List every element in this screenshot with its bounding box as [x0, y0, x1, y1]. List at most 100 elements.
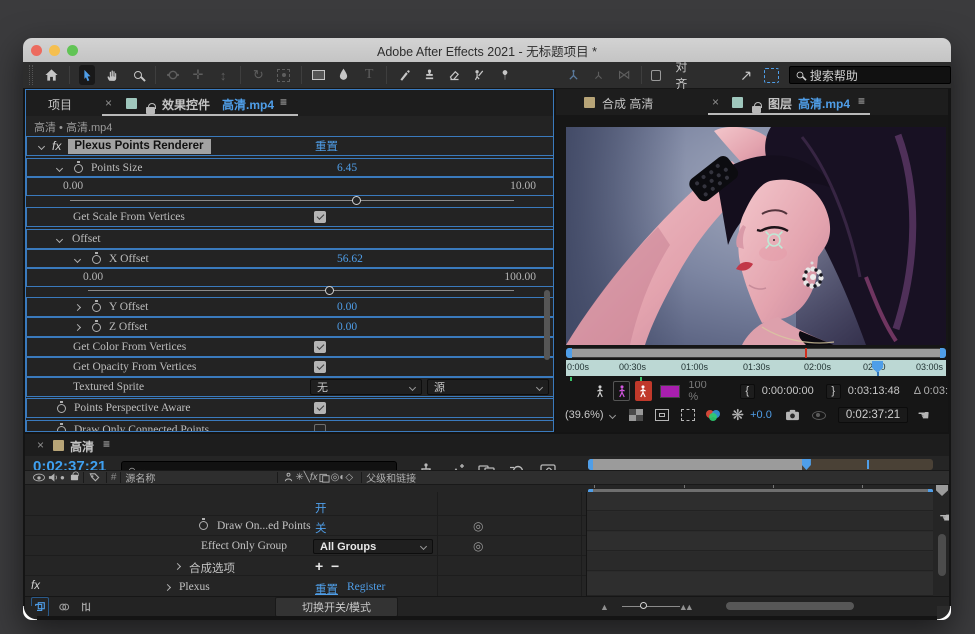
- pen-tool[interactable]: [336, 65, 352, 85]
- offset-group-row[interactable]: Offset: [26, 229, 554, 249]
- textured-sprite-source-dropdown[interactable]: 源: [427, 379, 549, 395]
- dolly-camera-tool[interactable]: ↕: [215, 65, 231, 85]
- transparency-grid-icon[interactable]: [629, 409, 643, 421]
- workspace-search-icon[interactable]: [764, 65, 780, 85]
- tab-project[interactable]: 项目: [48, 96, 72, 113]
- orbit-camera-tool[interactable]: [165, 65, 181, 85]
- zoom-slider-knob[interactable]: [640, 602, 647, 609]
- property-row-comp-options[interactable]: 合成选项 + −: [25, 557, 586, 576]
- x-offset-slider[interactable]: [88, 290, 514, 291]
- chevron-down-icon[interactable]: [56, 235, 63, 242]
- chevron-right-icon[interactable]: [74, 323, 81, 330]
- exposure-value[interactable]: +0.0: [750, 409, 772, 421]
- close-tab-icon[interactable]: ×: [712, 95, 719, 109]
- navigator-start-handle[interactable]: [566, 348, 572, 358]
- brush-tool[interactable]: [396, 65, 412, 85]
- close-window-button[interactable]: [31, 45, 42, 56]
- points-perspective-checkbox[interactable]: [314, 402, 326, 414]
- horizontal-scrollbar[interactable]: [726, 602, 854, 610]
- eraser-tool[interactable]: [447, 65, 463, 85]
- navigator-playhead[interactable]: [802, 459, 811, 470]
- parent-pickwhip-icon[interactable]: ◎: [473, 519, 483, 533]
- panel-menu-icon[interactable]: ≡: [858, 94, 865, 108]
- chevron-down-icon[interactable]: [38, 142, 45, 149]
- pan-camera-tool[interactable]: ✛: [190, 65, 206, 85]
- close-tab-icon[interactable]: ×: [105, 96, 112, 110]
- chevron-right-icon[interactable]: [74, 303, 81, 310]
- walk-icon-magenta[interactable]: [613, 381, 630, 401]
- zoom-level-dropdown[interactable]: (39.6%): [565, 409, 604, 421]
- stopwatch-icon[interactable]: [92, 303, 101, 312]
- effect-reset-link[interactable]: 重置: [315, 138, 338, 154]
- clone-stamp-tool[interactable]: [421, 65, 437, 85]
- hand-pointer-icon[interactable]: ☚: [917, 407, 930, 424]
- opacity-value[interactable]: 100 %: [688, 381, 717, 401]
- effect-only-group-dropdown[interactable]: All Groups: [313, 539, 433, 554]
- expand-inout-panes-button[interactable]: [77, 597, 95, 617]
- toolbar-grip[interactable]: [29, 65, 33, 85]
- toggle-switches-modes-button[interactable]: 切换开关/模式: [275, 597, 398, 617]
- timeline-navigator[interactable]: [588, 459, 933, 470]
- effect-reset-link[interactable]: 重置: [315, 581, 338, 596]
- zoom-in-mountains-icon[interactable]: ▲▲: [679, 602, 691, 612]
- effect-register-link[interactable]: Register: [347, 581, 385, 593]
- viewer-timecode[interactable]: 0:02:37:21: [838, 407, 908, 423]
- set-in-point-button[interactable]: {: [740, 384, 755, 399]
- get-opacity-checkbox[interactable]: [314, 361, 326, 373]
- hand-tool[interactable]: [104, 65, 120, 85]
- channel-rgb-icon[interactable]: [706, 409, 722, 421]
- expand-transfer-controls-button[interactable]: [55, 597, 73, 617]
- property-row-effect-only-group[interactable]: Effect Only Group All Groups ◎: [25, 537, 586, 556]
- chevron-down-icon[interactable]: [74, 255, 81, 262]
- camera-region-tool[interactable]: [275, 65, 291, 85]
- slider-knob[interactable]: [352, 196, 361, 205]
- align-checkbox[interactable]: [651, 70, 661, 81]
- walk-icon-white[interactable]: [591, 381, 608, 401]
- draw-only-checkbox[interactable]: [314, 424, 326, 432]
- stopwatch-icon[interactable]: [199, 521, 208, 530]
- navigator-end-handle[interactable]: [940, 348, 946, 358]
- hand-pointer-icon[interactable]: ☚: [939, 510, 949, 526]
- z-offset-row[interactable]: Z Offset 0.00: [26, 317, 554, 337]
- z-offset-value[interactable]: 0.00: [337, 321, 357, 333]
- ne-arrow-icon[interactable]: [738, 65, 754, 85]
- tab-composition[interactable]: 合成 高清: [602, 95, 653, 112]
- y-offset-row[interactable]: Y Offset 0.00: [26, 297, 554, 317]
- property-value[interactable]: 关: [315, 520, 327, 536]
- text-tool[interactable]: T: [361, 65, 377, 85]
- layer-preview-image[interactable]: [566, 127, 946, 345]
- search-help-field[interactable]: 搜索帮助: [789, 66, 951, 84]
- tab-timeline-comp[interactable]: 高清: [70, 438, 94, 455]
- lock-icon[interactable]: [752, 106, 761, 113]
- panel-menu-icon[interactable]: ≡: [103, 437, 110, 451]
- in-point-time[interactable]: 0:00:00:00: [762, 385, 814, 397]
- safe-margins-icon[interactable]: [655, 409, 669, 421]
- rectangle-tool[interactable]: [311, 65, 327, 85]
- points-size-slider[interactable]: [70, 200, 514, 201]
- viewer-time-navigator[interactable]: [566, 348, 946, 358]
- y-offset-value[interactable]: 0.00: [337, 301, 357, 313]
- points-size-row[interactable]: Points Size 6.45: [26, 158, 554, 178]
- zoom-tool[interactable]: [129, 65, 145, 85]
- property-row-draw-only[interactable]: Draw On...ed Points 关 ◎: [25, 517, 586, 536]
- rotation-tool[interactable]: ↻: [250, 65, 266, 85]
- selection-tool[interactable]: [79, 65, 95, 85]
- chevron-right-icon[interactable]: [174, 563, 181, 570]
- tab-layer-file[interactable]: 高清.mp4: [798, 95, 850, 112]
- get-color-checkbox[interactable]: [314, 341, 326, 353]
- effect-name[interactable]: Plexus Points Renderer: [68, 139, 211, 154]
- walk-icon-red[interactable]: [635, 381, 652, 401]
- show-snapshot-eye-icon[interactable]: [812, 411, 826, 420]
- color-swatch[interactable]: [660, 385, 681, 398]
- region-of-interest-icon[interactable]: [681, 409, 695, 421]
- exposure-shutter-icon[interactable]: ❋: [732, 406, 745, 424]
- tab-effect-controls-file[interactable]: 高清.mp4: [222, 96, 274, 113]
- stopwatch-icon[interactable]: [92, 255, 101, 264]
- set-out-point-button[interactable]: }: [826, 384, 841, 399]
- lock-icon[interactable]: [146, 107, 155, 114]
- stopwatch-icon[interactable]: [74, 164, 83, 173]
- close-tab-icon[interactable]: ×: [37, 438, 44, 452]
- chevron-down-icon[interactable]: [608, 411, 615, 418]
- add-effect-button[interactable]: +: [315, 558, 323, 574]
- textured-sprite-layer-dropdown[interactable]: 无: [310, 379, 422, 395]
